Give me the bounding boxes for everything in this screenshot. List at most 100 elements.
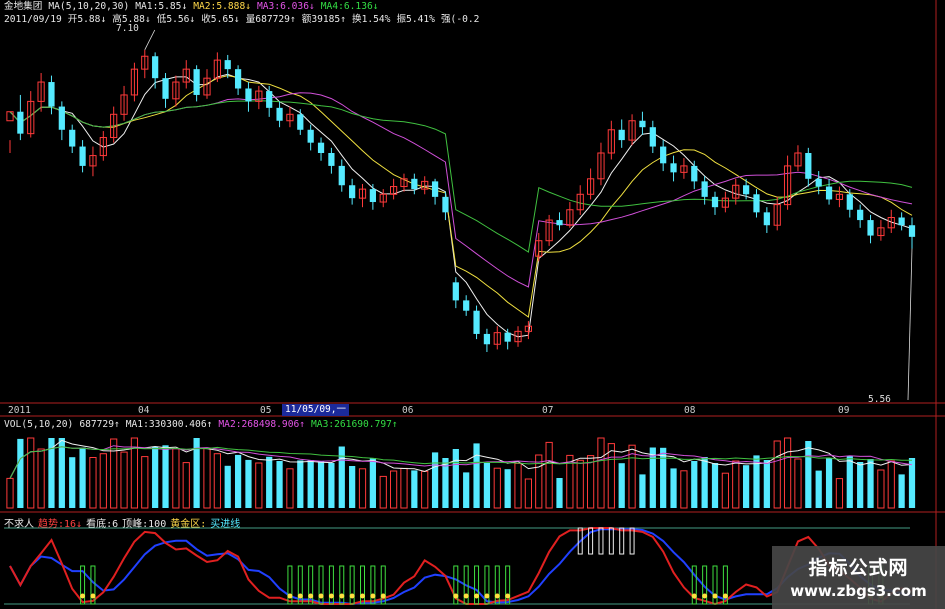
volume-bar-up xyxy=(607,443,615,509)
candle-body-down xyxy=(763,212,770,226)
candle-body-down xyxy=(349,185,356,199)
volume-bar-down xyxy=(411,470,418,508)
cursor-date-label: 11/05/09,一 xyxy=(282,404,349,416)
volume-bar-down xyxy=(867,459,874,508)
candle-body-down xyxy=(17,111,24,134)
volume-bar-down xyxy=(483,463,491,508)
volume-bar-down xyxy=(743,465,750,508)
candle-body-down xyxy=(48,82,55,107)
volume-bar-down xyxy=(79,447,86,508)
volume-bar-up xyxy=(783,437,792,509)
volume-bar-down xyxy=(857,462,864,508)
watermark-url: www.zbgs3.com xyxy=(790,582,927,600)
volume-bar-up xyxy=(514,462,522,509)
buy-dot xyxy=(80,593,86,599)
volume-header: VOL(5,10,20) 687729↑ MA1:330300.406↑ MA2:26… xyxy=(4,419,404,430)
volume-bar-up xyxy=(400,467,408,509)
buy-dot xyxy=(505,593,511,599)
candle-body-down xyxy=(79,146,86,166)
candle-body-down xyxy=(317,142,325,153)
buy-dot xyxy=(484,593,490,599)
volume-bar-down xyxy=(660,447,667,508)
volume-bar-up xyxy=(597,437,605,509)
volume-bar-down xyxy=(618,463,625,508)
vol-ma1-line xyxy=(9,439,913,479)
ma3-line xyxy=(9,92,913,288)
candle-body-down xyxy=(369,189,376,203)
ma2-line xyxy=(9,75,913,318)
volume-bar-down xyxy=(17,438,24,508)
volume-bar-down xyxy=(805,441,812,508)
candle-body-up xyxy=(6,111,14,122)
volume-bar-down xyxy=(58,438,65,508)
candle-body-down xyxy=(224,60,231,70)
volume-bar-up xyxy=(680,470,688,509)
volume-bar-up xyxy=(576,459,584,509)
buy-dot xyxy=(453,593,459,599)
volume-bar-up xyxy=(203,448,211,509)
candle-body-down xyxy=(743,185,750,195)
candle-body-down xyxy=(463,300,470,311)
candle-body-down xyxy=(670,163,677,173)
volume-bar-down xyxy=(670,468,677,508)
volume-bar-down xyxy=(245,459,252,508)
candle-body-down xyxy=(867,220,874,236)
volume-bar-down xyxy=(898,474,905,508)
candle-body-down xyxy=(825,186,833,200)
candle-body-down xyxy=(660,146,667,164)
volume-bar-up xyxy=(586,455,595,509)
buy-dot xyxy=(463,593,469,599)
top-peak-marker xyxy=(629,527,635,555)
candle-body-down xyxy=(815,178,822,187)
candle-body-down xyxy=(69,129,76,147)
candlesticks xyxy=(6,29,916,401)
candle-body-down xyxy=(245,88,252,102)
volume-bar-down xyxy=(266,456,273,508)
volume-bar-up xyxy=(182,462,190,509)
top-peak-marker xyxy=(608,527,614,555)
volume-bar-down xyxy=(463,472,470,508)
ind-extra: 买进线 xyxy=(210,519,241,530)
watermark-title: 指标公式网 xyxy=(808,557,909,579)
volume-bar-up xyxy=(37,448,45,509)
volume-bar-down xyxy=(452,449,459,508)
buy-dot xyxy=(712,593,718,599)
ma1-line xyxy=(9,73,913,338)
volume-bar-up xyxy=(6,477,14,509)
buy-dot xyxy=(360,593,366,599)
candle-body-down xyxy=(908,225,916,237)
date-label-08: 08 xyxy=(684,405,696,416)
volume-bar-down xyxy=(711,463,719,508)
volume-bar-up xyxy=(493,467,501,509)
buy-dot xyxy=(287,593,293,599)
volume-bar-up xyxy=(877,469,885,509)
volume-bar-up xyxy=(887,460,895,509)
volume-bar-up xyxy=(524,478,533,509)
candle-body-down xyxy=(473,310,480,334)
volume-bar-up xyxy=(773,440,781,509)
candle-body-down xyxy=(162,78,169,99)
candle-body-down xyxy=(442,196,449,213)
candle-body-down xyxy=(857,209,864,221)
candle-body-down xyxy=(504,332,511,342)
candle-body-down xyxy=(639,120,646,128)
volume-bar-down xyxy=(639,474,646,508)
low-pointer xyxy=(907,248,913,401)
volume-bar-up xyxy=(545,441,553,509)
candle-body-down xyxy=(276,107,283,121)
volume-bar-up xyxy=(99,453,107,509)
volume-bar-down xyxy=(369,458,376,508)
buy-dot xyxy=(308,593,314,599)
volume-bar-down xyxy=(763,460,770,508)
candle-body-down xyxy=(193,69,200,95)
volume-bar-down xyxy=(276,461,283,508)
volume-bar-up xyxy=(421,470,429,509)
date-label-06: 06 xyxy=(402,405,414,416)
candle-body-down xyxy=(649,127,656,147)
candle-body-down xyxy=(701,181,708,197)
candle-body-down xyxy=(691,165,698,182)
low-price-label: 5.56 xyxy=(868,394,891,405)
volume-bar-up xyxy=(794,458,802,509)
volume-bar-up xyxy=(141,456,149,509)
top-peak-marker xyxy=(619,527,625,555)
